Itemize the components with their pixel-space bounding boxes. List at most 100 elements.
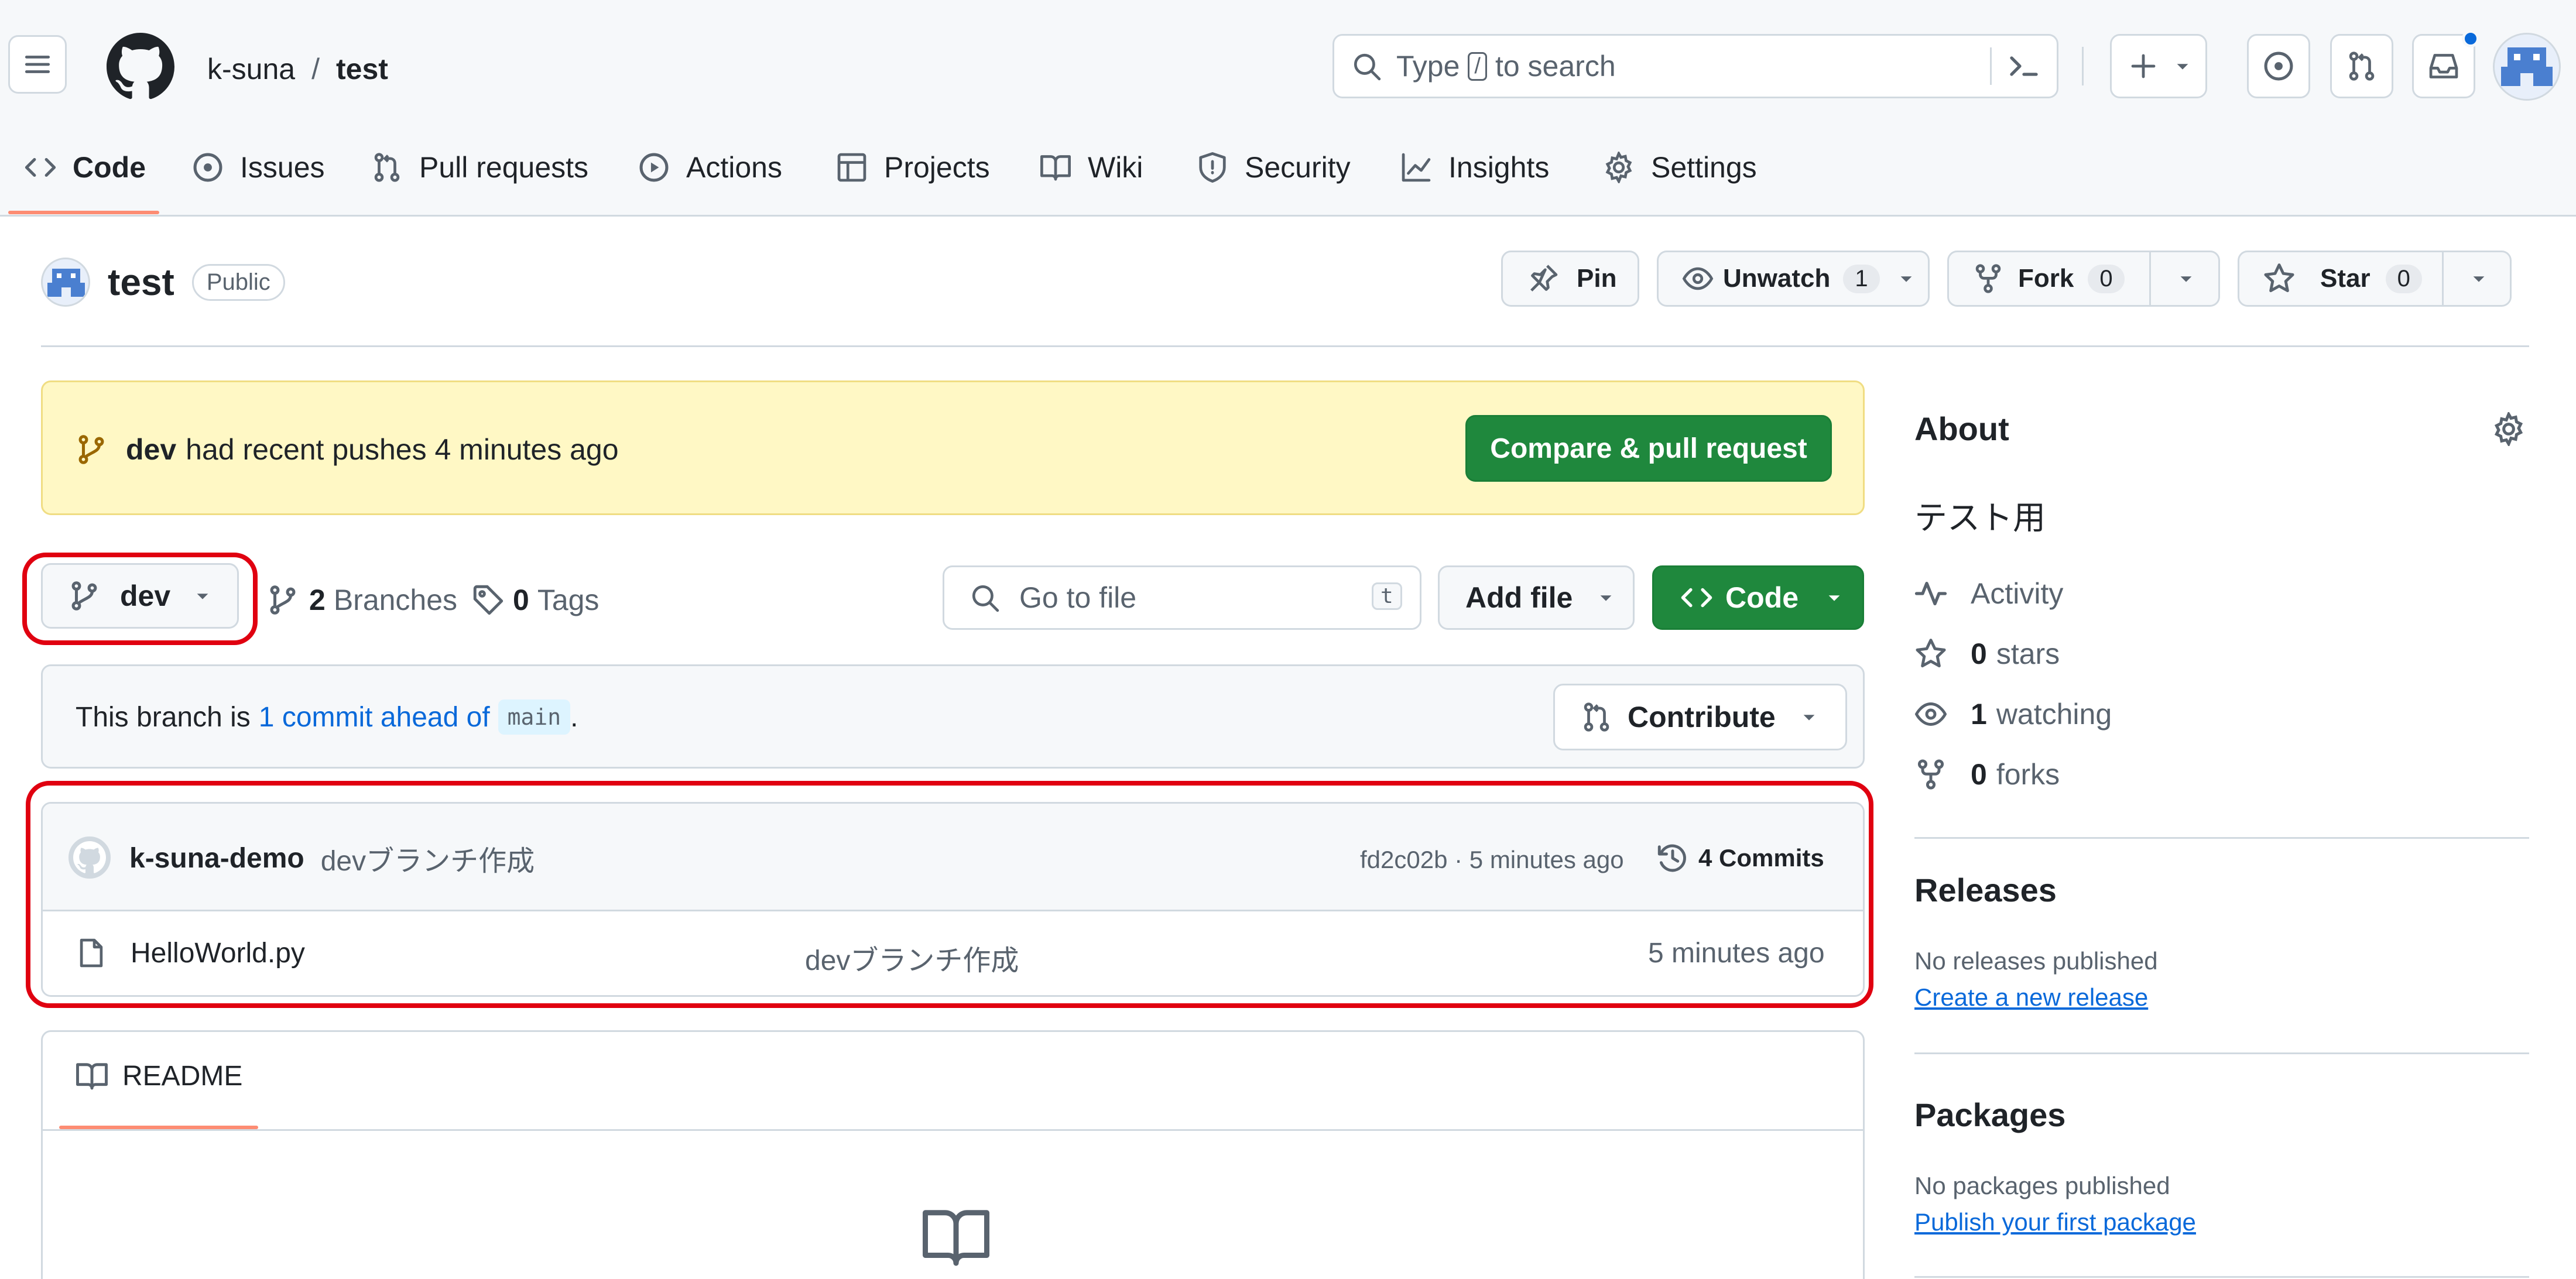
search-input[interactable]: Type / to search: [1332, 34, 2058, 98]
tab-actions[interactable]: Actions: [638, 138, 782, 197]
commit-author[interactable]: k-suna-demo: [129, 842, 304, 875]
repo-title-bar: test Public: [41, 253, 285, 311]
branches-link[interactable]: 2 Branches: [267, 580, 457, 620]
tab-issues[interactable]: Issues: [192, 138, 325, 197]
fork-split-divider: [2149, 252, 2151, 305]
sidebar-divider: [1914, 1276, 2529, 1278]
code-button-label: Code: [1725, 581, 1799, 614]
issues-button[interactable]: [2247, 34, 2310, 98]
chevron-down-icon[interactable]: [2470, 270, 2488, 287]
watch-count: 1: [1843, 264, 1880, 293]
tab-security-label: Security: [1245, 151, 1351, 184]
commits-history-link[interactable]: 4 Commits: [1656, 838, 1824, 879]
history-icon: [1656, 842, 1689, 875]
tab-projects[interactable]: Projects: [836, 138, 990, 197]
chevron-down-icon: [1597, 589, 1615, 606]
chevron-down-icon[interactable]: [2177, 270, 2195, 287]
pulse-icon: [1914, 577, 1971, 610]
unwatch-button[interactable]: Unwatch 1: [1657, 251, 1930, 307]
ahead-link[interactable]: 1 commit ahead of: [259, 701, 490, 733]
go-to-file-shortcut: t: [1372, 582, 1402, 610]
about-stats: Activity 0 stars 1 watching 0 forks: [1914, 563, 2529, 804]
watching-label: watching: [1996, 697, 2112, 731]
notifications-button[interactable]: [2412, 30, 2479, 98]
commit-author-avatar[interactable]: [68, 836, 111, 879]
github-logo-icon[interactable]: [107, 33, 174, 101]
tags-link[interactable]: 0 Tags: [472, 580, 599, 620]
star-icon: [1914, 637, 1971, 670]
tab-wiki[interactable]: Wiki: [1040, 138, 1143, 197]
tab-security[interactable]: Security: [1197, 138, 1351, 197]
menu-button[interactable]: [8, 35, 67, 94]
compare-pull-request-button[interactable]: Compare & pull request: [1465, 415, 1832, 482]
go-to-file-input[interactable]: Go to file t: [943, 565, 1421, 630]
search-placeholder-suffix: to search: [1495, 50, 1616, 83]
commit-meta[interactable]: fd2c02b · 5 minutes ago: [1360, 846, 1624, 874]
star-button[interactable]: Star 0: [2238, 251, 2512, 307]
stars-link[interactable]: 0 stars: [1914, 623, 2529, 684]
create-release-link[interactable]: Create a new release: [1914, 983, 2148, 1011]
activity-link[interactable]: Activity: [1914, 563, 2529, 623]
branches-label: Branches: [333, 584, 458, 616]
tab-settings-label: Settings: [1651, 151, 1757, 184]
push-message: dev had recent pushes 4 minutes ago: [126, 429, 619, 470]
add-file-button[interactable]: Add file: [1438, 565, 1635, 630]
star-label: Star: [2320, 264, 2371, 293]
branch-selector[interactable]: dev: [41, 563, 239, 629]
fork-button[interactable]: Fork 0: [1947, 251, 2220, 307]
play-icon: [638, 152, 686, 183]
create-new-button[interactable]: [2110, 34, 2207, 98]
breadcrumb-repo[interactable]: test: [336, 52, 388, 86]
repo-owner-avatar[interactable]: [41, 258, 90, 307]
readme-tab-label: README: [122, 1060, 243, 1092]
repo-name[interactable]: test: [108, 260, 174, 304]
forks-label: forks: [1996, 757, 2060, 791]
file-commit-message[interactable]: devブランチ作成: [805, 937, 1019, 978]
pin-icon: [1527, 263, 1559, 294]
add-file-label: Add file: [1465, 581, 1573, 614]
readme-tab[interactable]: README: [76, 1055, 242, 1096]
forks-count: 0: [1971, 757, 1987, 791]
global-header: k-suna / test Type / to search Code Issu…: [0, 0, 2576, 217]
file-name[interactable]: HelloWorld.py: [131, 937, 305, 969]
star-split-divider: [2442, 252, 2444, 305]
tab-pull-requests[interactable]: Pull requests: [371, 138, 588, 197]
readme-panel: README: [41, 1030, 1865, 1279]
breadcrumb: k-suna / test: [207, 44, 388, 94]
git-branch-icon: [68, 580, 100, 612]
packages-empty-text: No packages published: [1914, 1172, 2170, 1199]
book-icon: [76, 1059, 108, 1092]
command-palette-icon[interactable]: [2008, 50, 2040, 83]
branch-status-text: This branch is 1 commit ahead of main .: [76, 697, 578, 738]
active-tab-underline: [8, 211, 159, 214]
file-browser: k-suna-demo devブランチ作成 fd2c02b · 5 minute…: [41, 802, 1865, 997]
code-button[interactable]: Code: [1652, 565, 1864, 630]
pin-button[interactable]: Pin: [1501, 251, 1639, 307]
commit-message[interactable]: devブランチ作成: [321, 838, 535, 879]
pin-label: Pin: [1577, 264, 1617, 293]
git-pull-request-icon: [2346, 50, 2378, 82]
watching-link[interactable]: 1 watching: [1914, 684, 2529, 744]
forks-link[interactable]: 0 forks: [1914, 744, 2529, 804]
tab-settings[interactable]: Settings: [1603, 138, 1757, 197]
breadcrumb-separator: /: [311, 53, 320, 85]
inbox-icon: [2428, 50, 2459, 82]
about-title: About: [1914, 410, 2009, 447]
user-avatar[interactable]: [2493, 33, 2561, 101]
packages-title[interactable]: Packages: [1914, 1096, 2065, 1134]
tab-insights[interactable]: Insights: [1400, 138, 1549, 197]
breadcrumb-owner[interactable]: k-suna: [207, 52, 295, 86]
tab-wiki-label: Wiki: [1088, 151, 1143, 184]
file-row[interactable]: HelloWorld.py devブランチ作成 5 minutes ago: [43, 911, 1863, 995]
code-icon: [25, 152, 73, 183]
pull-requests-button[interactable]: [2330, 34, 2393, 98]
gear-icon[interactable]: [2492, 412, 2526, 446]
releases-title[interactable]: Releases: [1914, 871, 2057, 909]
activity-label: Activity: [1971, 577, 2064, 610]
push-branch-name[interactable]: dev: [126, 433, 176, 467]
tab-code[interactable]: Code: [25, 138, 146, 197]
hamburger-icon: [23, 50, 52, 79]
eye-icon: [1682, 263, 1714, 294]
contribute-button[interactable]: Contribute: [1553, 684, 1847, 750]
publish-package-link[interactable]: Publish your first package: [1914, 1208, 2196, 1236]
